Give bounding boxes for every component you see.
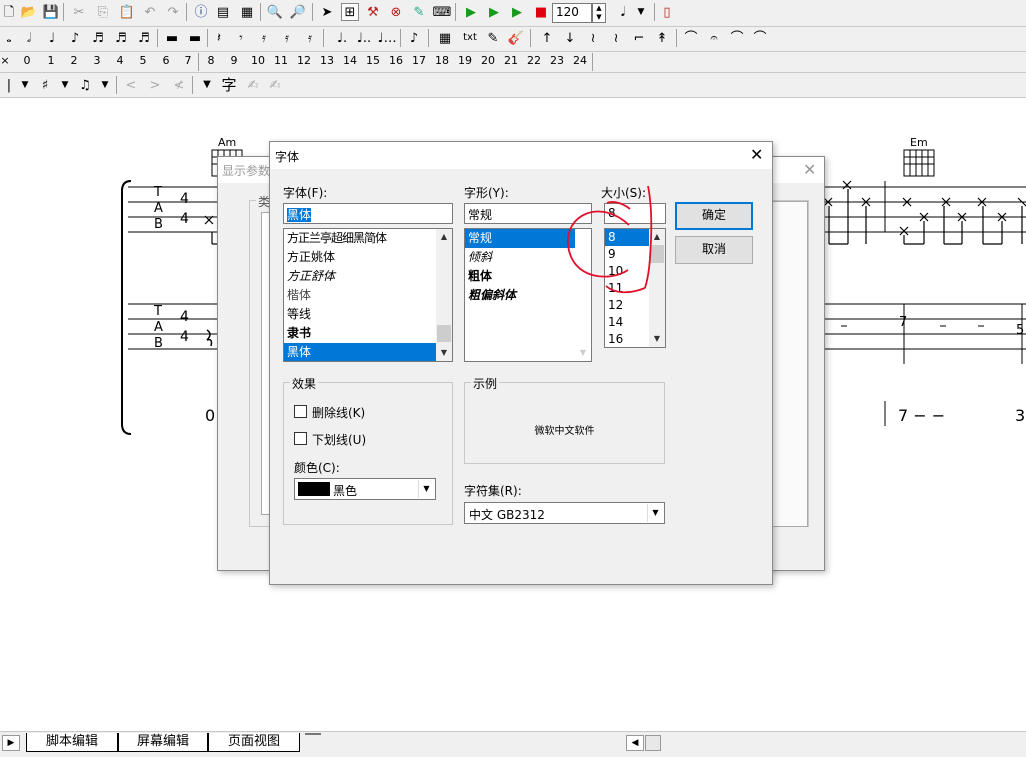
- scroll-left-icon[interactable]: ◀: [626, 735, 644, 751]
- tab-screen-edit[interactable]: 屏幕编辑: [118, 733, 208, 752]
- bottom-bar: ▶ 脚本编辑 屏幕编辑 页面视图 ◀: [0, 731, 1026, 757]
- red-annotation: [567, 185, 653, 294]
- tab-nav-icon[interactable]: ▶: [2, 735, 20, 751]
- tab-page-view[interactable]: 页面视图: [208, 733, 300, 752]
- tab-script-edit[interactable]: 脚本编辑: [26, 733, 118, 752]
- hscroll-thumb[interactable]: [645, 735, 661, 751]
